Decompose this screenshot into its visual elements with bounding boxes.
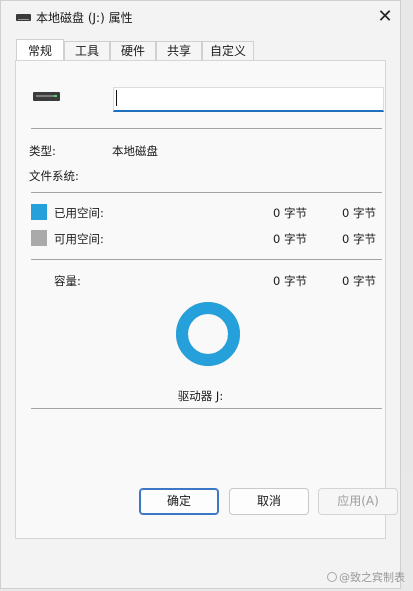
free-space-bytes: 0 字节 xyxy=(273,232,307,246)
tab-hardware[interactable]: 硬件 xyxy=(110,41,156,60)
volume-name-input[interactable] xyxy=(113,87,384,112)
free-space-size: 0 字节 xyxy=(342,232,376,246)
cancel-button[interactable]: 取消 xyxy=(229,488,309,515)
tab-customize[interactable]: 自定义 xyxy=(202,41,254,60)
free-space-label: 可用空间: xyxy=(54,232,104,246)
text-caret xyxy=(116,90,117,106)
divider xyxy=(31,408,382,409)
watermark-icon xyxy=(327,572,337,582)
capacity-bytes: 0 字节 xyxy=(273,274,307,288)
drive-icon xyxy=(16,14,31,21)
used-space-swatch xyxy=(31,204,47,220)
type-value: 本地磁盘 xyxy=(112,144,158,158)
title-bar: 本地磁盘 (J:) 属性 ✕ xyxy=(1,1,400,32)
filesystem-label: 文件系统: xyxy=(29,169,79,183)
close-button[interactable]: ✕ xyxy=(370,1,400,32)
divider xyxy=(31,128,382,129)
capacity-label: 容量: xyxy=(54,274,81,288)
used-space-bytes: 0 字节 xyxy=(273,206,307,220)
tab-sharing[interactable]: 共享 xyxy=(156,41,202,60)
used-space-size: 0 字节 xyxy=(342,206,376,220)
properties-dialog: 本地磁盘 (J:) 属性 ✕ 常规 工具 硬件 共享 自定义 类型: 本地磁盘 … xyxy=(0,0,401,589)
window-title: 本地磁盘 (J:) 属性 xyxy=(36,11,133,25)
close-icon: ✕ xyxy=(377,6,393,27)
type-label: 类型: xyxy=(29,144,56,158)
divider xyxy=(31,259,382,260)
general-panel: 类型: 本地磁盘 文件系统: 已用空间: 0 字节 0 字节 可用空间: 0 字… xyxy=(15,60,386,539)
ok-button[interactable]: 确定 xyxy=(139,488,219,515)
free-space-swatch xyxy=(31,230,47,246)
watermark: @致之宾制表 xyxy=(327,569,405,585)
used-space-label: 已用空间: xyxy=(54,206,104,220)
apply-button[interactable]: 应用(A) xyxy=(318,488,398,515)
drive-icon xyxy=(33,92,60,101)
usage-donut-chart xyxy=(176,302,240,366)
capacity-size: 0 字节 xyxy=(342,274,376,288)
divider xyxy=(31,192,382,193)
tab-general[interactable]: 常规 xyxy=(16,39,64,60)
drive-letter-label: 驱动器 J: xyxy=(177,389,224,403)
donut-used-segment xyxy=(176,302,240,366)
tab-tools[interactable]: 工具 xyxy=(64,41,110,60)
